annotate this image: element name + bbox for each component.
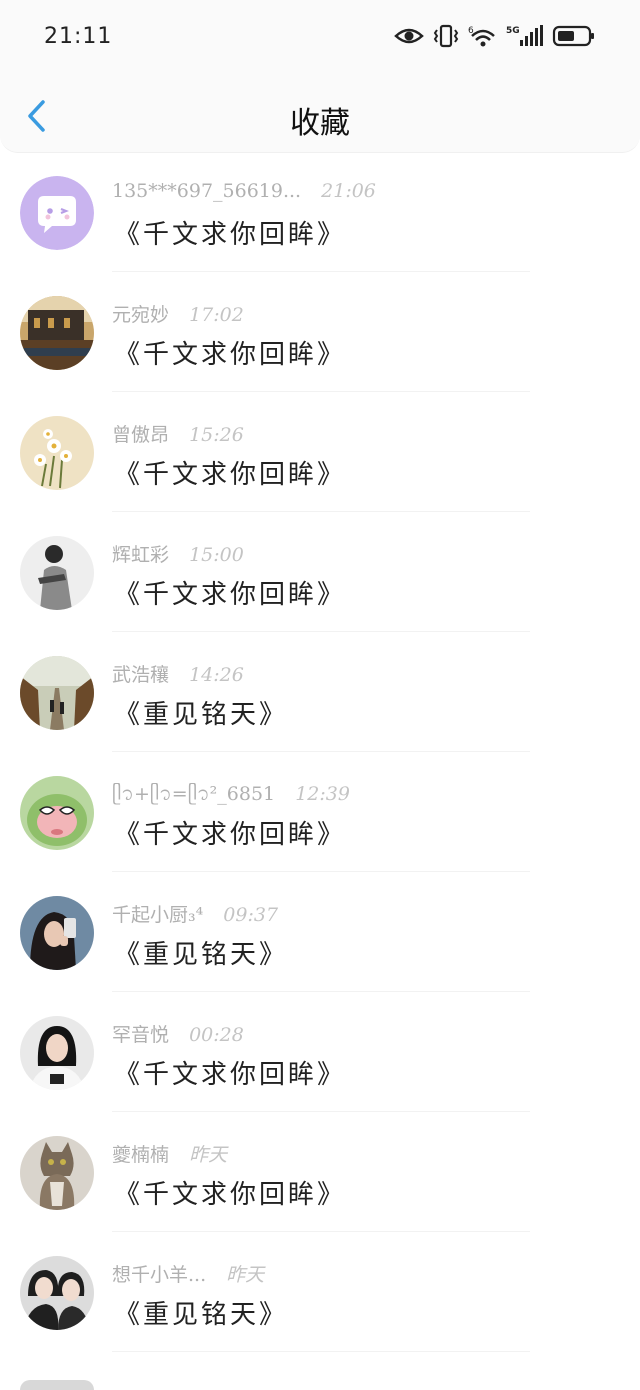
user-name: 元宛妙 (112, 304, 170, 326)
item-time: 12:39 (295, 783, 350, 805)
item-time: 09:37 (223, 904, 279, 926)
item-time: 15:00 (189, 544, 244, 566)
status-bar: 21:11 6 5G (0, 0, 640, 80)
item-meta: ᥫ᭡+ᥫ᭡=ᥫ᭡²_6851 12:39 (112, 780, 350, 814)
list-item[interactable]: 曾傲昂 15:26 《千文求你回眸》 (0, 392, 640, 512)
book-title: 《千文求你回眸》 (114, 340, 347, 370)
divider (112, 1351, 530, 1352)
user-name: ᥫ᭡+ᥫ᭡=ᥫ᭡²_6851 (112, 783, 276, 805)
path-photo (20, 656, 94, 730)
page-title: 收藏 (290, 106, 350, 141)
signal-icon: 5G (506, 25, 543, 46)
user-name: 135***697_56619... (112, 180, 302, 202)
building-photo (20, 296, 94, 370)
status-icons: 6 5G (394, 24, 596, 48)
item-time: 昨天 (189, 1144, 228, 1166)
book-title: 《重见铭天》 (114, 940, 289, 970)
chat-bubble-icon (20, 176, 94, 250)
status-time: 21:11 (44, 24, 113, 49)
user-name: 千起小厨₃⁴ (112, 904, 204, 926)
daisy-photo (20, 416, 94, 490)
user-name: 想千小羊... (112, 1264, 207, 1286)
girl-photo (20, 896, 94, 970)
avatar (20, 1256, 94, 1330)
item-meta: 千起小厨₃⁴ 09:37 (112, 900, 278, 927)
user-name: 辉虹彩 (112, 544, 170, 566)
list-item[interactable]: 夔楠楠 昨天 《千文求你回眸》 (0, 1112, 640, 1232)
list-item[interactable]: 罕音悦 00:28 《千文求你回眸》 (0, 992, 640, 1112)
wifi-icon: 6 (468, 26, 495, 47)
list-item[interactable]: 武浩穰 14:26 《重见铭天》 (0, 632, 640, 752)
user-name: 夔楠楠 (112, 1144, 170, 1166)
cat-photo (20, 1136, 94, 1210)
avatar (20, 1016, 94, 1090)
user-name: 曾傲昂 (112, 424, 170, 446)
favorites-list: 135***697_56619... 21:06 《千文求你回眸》 元宛妙 17… (0, 152, 640, 1352)
avatar (20, 776, 94, 850)
list-item[interactable]: 想千小羊... 昨天 《重见铭天》 (0, 1232, 640, 1352)
item-meta: 夔楠楠 昨天 (112, 1140, 227, 1167)
couple-photo (20, 1256, 94, 1330)
svg-text:5G: 5G (506, 26, 520, 36)
avatar (20, 1380, 94, 1390)
avatar (20, 536, 94, 610)
user-name: 罕音悦 (112, 1024, 170, 1046)
list-item[interactable]: 千起小厨₃⁴ 09:37 《重见铭天》 (0, 872, 640, 992)
book-title: 《重见铭天》 (114, 700, 289, 730)
book-title: 《重见铭天》 (114, 1300, 289, 1330)
list-item[interactable]: 135***697_56619... 21:06 《千文求你回眸》 (0, 152, 640, 272)
avatar (20, 176, 94, 250)
item-meta: 元宛妙 17:02 (112, 300, 244, 327)
list-item[interactable]: 元宛妙 17:02 《千文求你回眸》 (0, 272, 640, 392)
avatar (20, 656, 94, 730)
item-meta: 135***697_56619... 21:06 (112, 180, 376, 202)
eye-icon (394, 28, 424, 44)
avatar (20, 416, 94, 490)
item-time: 15:26 (189, 424, 244, 446)
avatar (20, 1136, 94, 1210)
header: 收藏 (0, 80, 640, 153)
book-title: 《千文求你回眸》 (114, 820, 347, 850)
item-meta: 辉虹彩 15:00 (112, 540, 244, 567)
woman-photo (20, 1016, 94, 1090)
user-name: 武浩穰 (112, 664, 170, 686)
book-title: 《千文求你回眸》 (114, 460, 347, 490)
item-time: 00:28 (189, 1024, 244, 1046)
person-photo (20, 536, 94, 610)
item-meta: 罕音悦 00:28 (112, 1020, 244, 1047)
book-title: 《千文求你回眸》 (114, 1060, 347, 1090)
vibrate-icon (433, 24, 459, 48)
battery-icon (552, 25, 594, 47)
list-item[interactable]: 辉虹彩 15:00 《千文求你回眸》 (0, 512, 640, 632)
book-title: 《千文求你回眸》 (114, 220, 347, 250)
item-time: 14:26 (189, 664, 244, 686)
item-meta: 想千小羊... 昨天 (112, 1260, 264, 1287)
book-title: 《千文求你回眸》 (114, 580, 347, 610)
avatar (20, 896, 94, 970)
avatar (20, 296, 94, 370)
item-meta: 曾傲昂 15:26 (112, 420, 244, 447)
frog-photo (20, 776, 94, 850)
item-time: 21:06 (321, 180, 376, 202)
item-time: 昨天 (226, 1264, 265, 1286)
item-time: 17:02 (189, 304, 244, 326)
list-item[interactable]: ᥫ᭡+ᥫ᭡=ᥫ᭡²_6851 12:39 《千文求你回眸》 (0, 752, 640, 872)
book-title: 《千文求你回眸》 (114, 1180, 347, 1210)
item-meta: 武浩穰 14:26 (112, 660, 244, 687)
